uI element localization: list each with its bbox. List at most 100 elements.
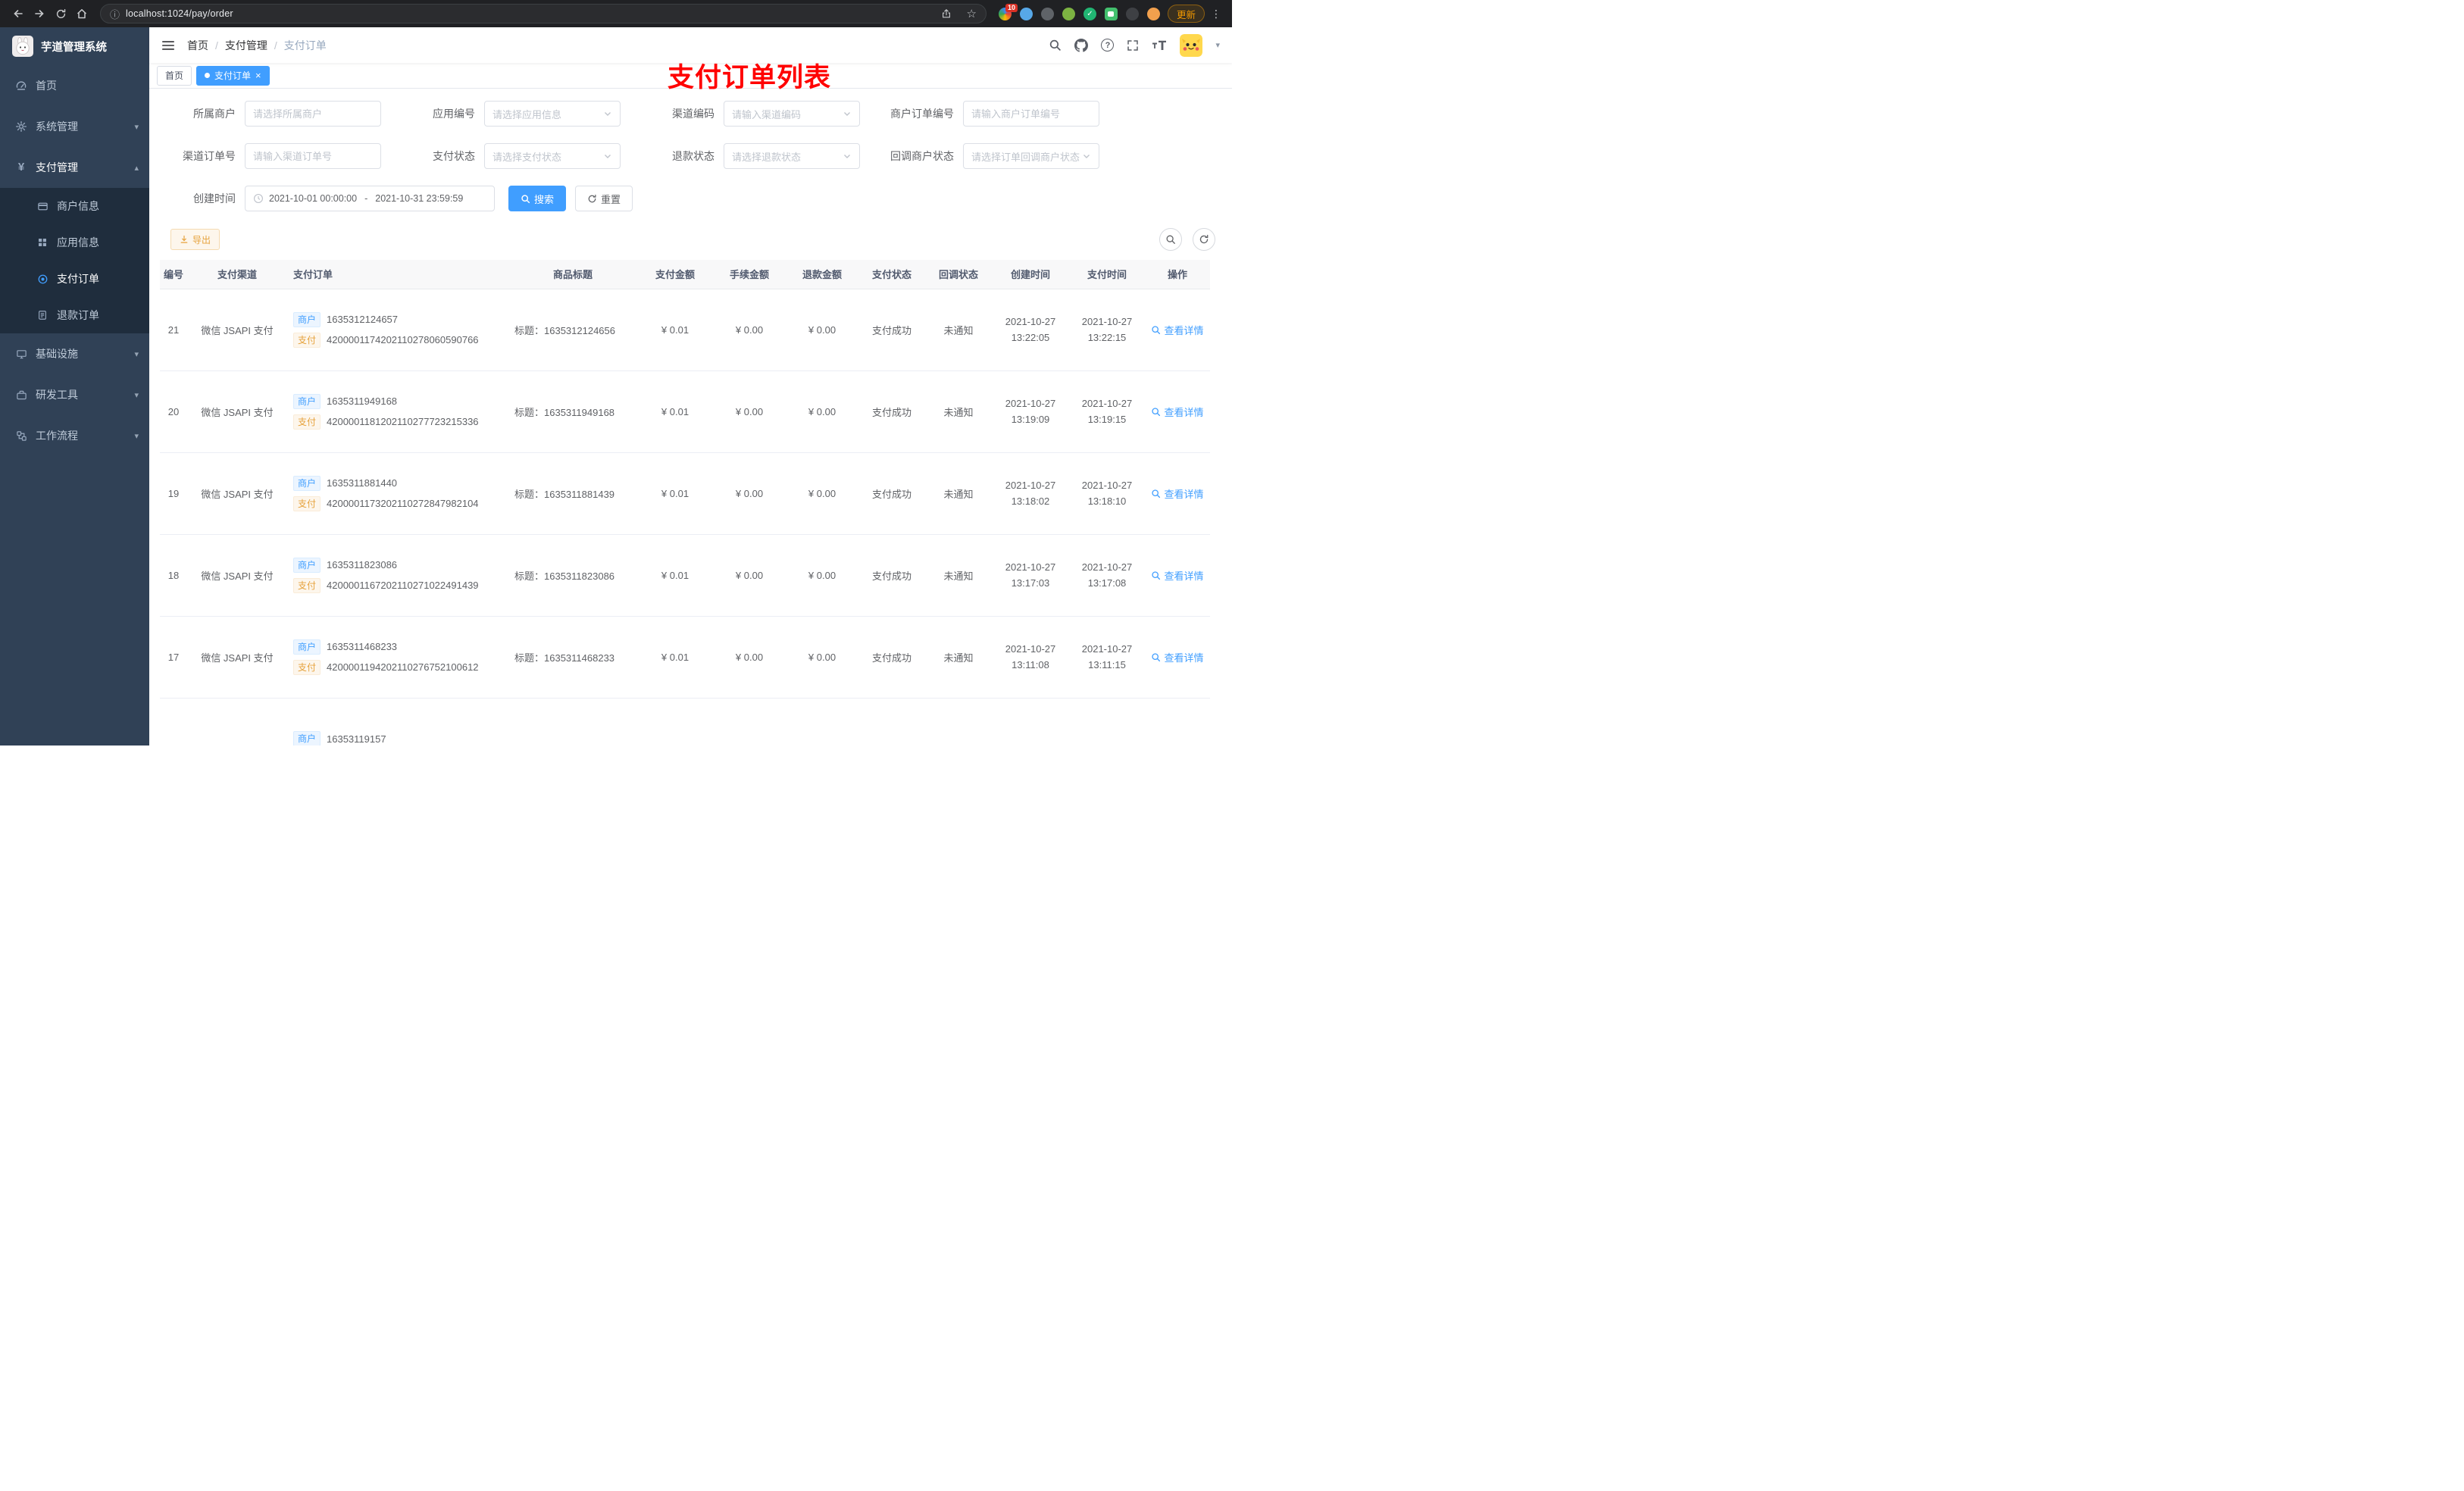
export-button[interactable]: 导出 (170, 229, 220, 250)
cell-id: 18 (160, 534, 187, 617)
sidebar-item-system[interactable]: 系统管理 ▾ (0, 106, 149, 147)
sidebar-item-app-info[interactable]: 应用信息 (0, 224, 149, 261)
breadcrumb: 首页 / 支付管理 / 支付订单 (187, 38, 327, 53)
sidebar-item-dev-tools[interactable]: 研发工具 ▾ (0, 374, 149, 415)
cell-notify: 未通知 (925, 452, 992, 535)
cell-refund: ¥ 0.00 (786, 289, 858, 371)
cell-title: 标题：1635311949168 (508, 370, 637, 453)
close-icon[interactable]: × (255, 70, 261, 80)
merchant-tag: 商户 (293, 393, 321, 409)
browser-update-button[interactable]: 更新 (1167, 5, 1205, 23)
cell-id: 21 (160, 289, 187, 371)
site-info-icon[interactable]: ⓘ (110, 7, 120, 21)
filter-app: 应用编号 请选择应用信息 (399, 101, 639, 127)
sidebar-logo[interactable]: 芋道管理系统 (0, 27, 149, 65)
cell-status: 支付成功 (858, 452, 925, 535)
search-icon[interactable] (1049, 39, 1062, 52)
fullscreen-icon[interactable] (1127, 39, 1139, 52)
view-detail-link[interactable]: 查看详情 (1151, 650, 1204, 664)
user-avatar[interactable] (1180, 33, 1203, 57)
extension-icon[interactable] (1019, 7, 1033, 20)
filter-label: 回调商户状态 (890, 150, 954, 162)
reset-button[interactable]: 重置 (575, 186, 633, 211)
browser-back-button[interactable] (8, 3, 29, 24)
date-range-input[interactable]: 2021-10-01 00:00:00 - 2021-10-31 23:59:5… (245, 186, 495, 211)
breadcrumb-home[interactable]: 首页 (187, 38, 208, 53)
chevron-down-icon (843, 109, 852, 118)
share-icon[interactable] (937, 8, 956, 19)
bookmark-star-icon[interactable]: ☆ (962, 7, 981, 20)
filter-merchant: 所属商户 (160, 101, 399, 127)
sidebar-item-home[interactable]: 首页 (0, 65, 149, 106)
refresh-table-button[interactable] (1193, 228, 1215, 251)
browser-forward-button[interactable] (29, 3, 50, 24)
cell-channel: 微信 JSAPI 支付 (187, 289, 287, 371)
table-header-row: 编号 支付渠道 支付订单 商品标题 支付金额 手续金额 退款金额 支付状态 回调… (160, 260, 1210, 289)
document-icon (36, 310, 48, 320)
extension-icon[interactable]: ✓ (1083, 7, 1096, 20)
cell-pay-time: 2021-10-27 13:19:15 (1069, 370, 1145, 453)
browser-home-button[interactable] (71, 3, 92, 24)
merchant-order-no-input[interactable] (963, 101, 1099, 127)
view-detail-link[interactable]: 查看详情 (1151, 486, 1204, 501)
pay-status-select[interactable]: 请选择支付状态 (484, 143, 621, 169)
search-button[interactable]: 搜索 (508, 186, 567, 211)
tab-pay-order[interactable]: 支付订单 × (196, 65, 270, 86)
app-select[interactable]: 请选择应用信息 (484, 101, 621, 127)
browser-menu-icon[interactable]: ⋮ (1205, 8, 1224, 20)
cell-pay-order: 商户 1635312124657 支付 42000011742021102780… (287, 289, 508, 371)
help-icon[interactable]: ? (1101, 39, 1115, 52)
merchant-input[interactable] (245, 101, 381, 127)
cell-pay-order: 商户 1635311823086 支付 42000011672021102710… (287, 534, 508, 617)
notify-status-select[interactable]: 请选择订单回调商户状态 (963, 143, 1099, 169)
active-tab-dot (205, 73, 211, 78)
cell-channel: 微信 JSAPI 支付 (187, 452, 287, 535)
cell-notify: 未通知 (925, 534, 992, 617)
extension-icon[interactable] (1104, 7, 1118, 20)
cell-title: 标题：1635311881439 (508, 452, 637, 535)
cell-action: 查看详情 (1145, 289, 1210, 371)
channel-code-select[interactable]: 请输入渠道编码 (724, 101, 860, 127)
channel-order-no-input[interactable] (245, 143, 381, 169)
view-detail-link[interactable]: 查看详情 (1151, 568, 1204, 583)
extension-icon[interactable] (1062, 7, 1075, 20)
table-row: 21 微信 JSAPI 支付 商户 1635312124657 支付 42000… (160, 289, 1210, 371)
url-text: localhost:1024/pay/order (126, 8, 233, 19)
cell-status: 支付成功 (858, 289, 925, 371)
sidebar-item-workflow[interactable]: 工作流程 ▾ (0, 415, 149, 456)
sidebar-item-payment[interactable]: ¥ 支付管理 ▴ (0, 147, 149, 188)
extension-icon[interactable] (1125, 7, 1139, 20)
filter-label: 渠道订单号 (183, 150, 236, 162)
cell-fee: ¥ 0.00 (713, 452, 786, 535)
pay-tag: 支付 (293, 495, 321, 511)
sidebar-item-merchant-info[interactable]: 商户信息 (0, 188, 149, 224)
extension-icon[interactable] (1146, 7, 1160, 20)
merchant-order-number: 1635311823086 (327, 559, 398, 570)
cell-pay-time: 2021-10-27 13:11:15 (1069, 616, 1145, 699)
breadcrumb-payment[interactable]: 支付管理 (225, 38, 267, 53)
col-fee: 手续金额 (713, 260, 786, 289)
refund-status-select[interactable]: 请选择退款状态 (724, 143, 860, 169)
sidebar-item-label: 商户信息 (57, 200, 99, 212)
sidebar-item-label: 系统管理 (36, 120, 78, 133)
github-icon[interactable] (1074, 38, 1089, 52)
sidebar-item-pay-order[interactable]: 支付订单 (0, 261, 149, 297)
sidebar-toggle-icon[interactable] (161, 39, 175, 52)
extension-icon[interactable] (1040, 7, 1054, 20)
table-row: 19 微信 JSAPI 支付 商户 1635311881440 支付 42000… (160, 452, 1210, 535)
view-detail-link[interactable]: 查看详情 (1151, 323, 1204, 337)
cell-create-time: 2021-10-27 13:17:03 (992, 534, 1069, 617)
sidebar-item-refund-order[interactable]: 退款订单 (0, 297, 149, 333)
tab-home[interactable]: 首页 (157, 65, 192, 86)
address-bar[interactable]: ⓘ localhost:1024/pay/order ☆ (100, 4, 987, 23)
sidebar-item-infrastructure[interactable]: 基础设施 ▾ (0, 333, 149, 374)
chevron-down-icon: ▾ (134, 431, 139, 441)
view-detail-link[interactable]: 查看详情 (1151, 405, 1204, 419)
browser-reload-button[interactable] (50, 3, 71, 24)
show-search-toggle-button[interactable] (1159, 228, 1182, 251)
extension-icon[interactable]: 10 (998, 3, 1018, 20)
caret-down-icon[interactable]: ▾ (1215, 40, 1220, 50)
filter-row-1: 所属商户 应用编号 请选择应用信息 渠道编码 请输入渠道编码 (160, 101, 1221, 143)
page-content: 所属商户 应用编号 请选择应用信息 渠道编码 请输入渠道编码 (149, 89, 1232, 746)
font-size-icon[interactable] (1152, 39, 1167, 52)
